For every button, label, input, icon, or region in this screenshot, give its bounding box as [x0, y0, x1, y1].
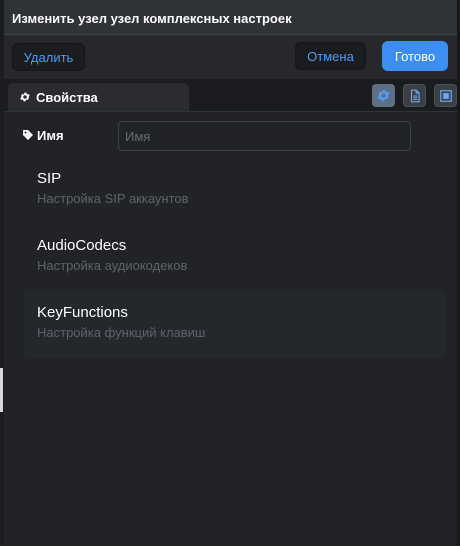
cancel-button[interactable]: Отмена [295, 42, 366, 70]
frame-icon [440, 90, 452, 102]
section-title: AudioCodecs [37, 237, 127, 254]
dialog-title: Изменить узел узел комплексных настроек [12, 11, 292, 26]
resize-handle[interactable] [0, 368, 3, 412]
done-button[interactable]: Готово [382, 41, 448, 71]
document-tool-button[interactable] [403, 84, 426, 107]
dialog-header: Изменить узел узел комплексных настроек [4, 0, 457, 35]
document-icon [410, 89, 420, 103]
gear-icon [20, 92, 30, 102]
tag-icon [23, 130, 33, 140]
name-input[interactable] [118, 121, 411, 151]
tab-label: Свойства [36, 90, 98, 105]
delete-button[interactable]: Удалить [12, 43, 85, 71]
section-keyfunctions[interactable]: KeyFunctions Настройка функций клавиш [24, 291, 445, 358]
section-sip[interactable]: SIP Настройка SIP аккаунтов [24, 157, 445, 224]
section-subtitle: Настройка аудиокодеков [37, 258, 188, 273]
section-audiocodecs[interactable]: AudioCodecs Настройка аудиокодеков [24, 224, 445, 291]
section-subtitle: Настройка SIP аккаунтов [37, 191, 189, 206]
name-label: Имя [37, 128, 64, 143]
properties-panel: Имя SIP Настройка SIP аккаунтов AudioCod… [4, 111, 457, 546]
gear-icon [377, 90, 390, 101]
settings-tool-button[interactable] [372, 84, 395, 107]
dialog-toolbar: Удалить Отмена Готово [4, 35, 457, 79]
tab-bar: Свойства [4, 79, 457, 111]
frame-tool-button[interactable] [434, 84, 457, 107]
tab-properties[interactable]: Свойства [8, 83, 189, 111]
section-title: SIP [37, 170, 62, 187]
section-subtitle: Настройка функций клавиш [37, 325, 206, 340]
section-title: KeyFunctions [37, 304, 128, 321]
